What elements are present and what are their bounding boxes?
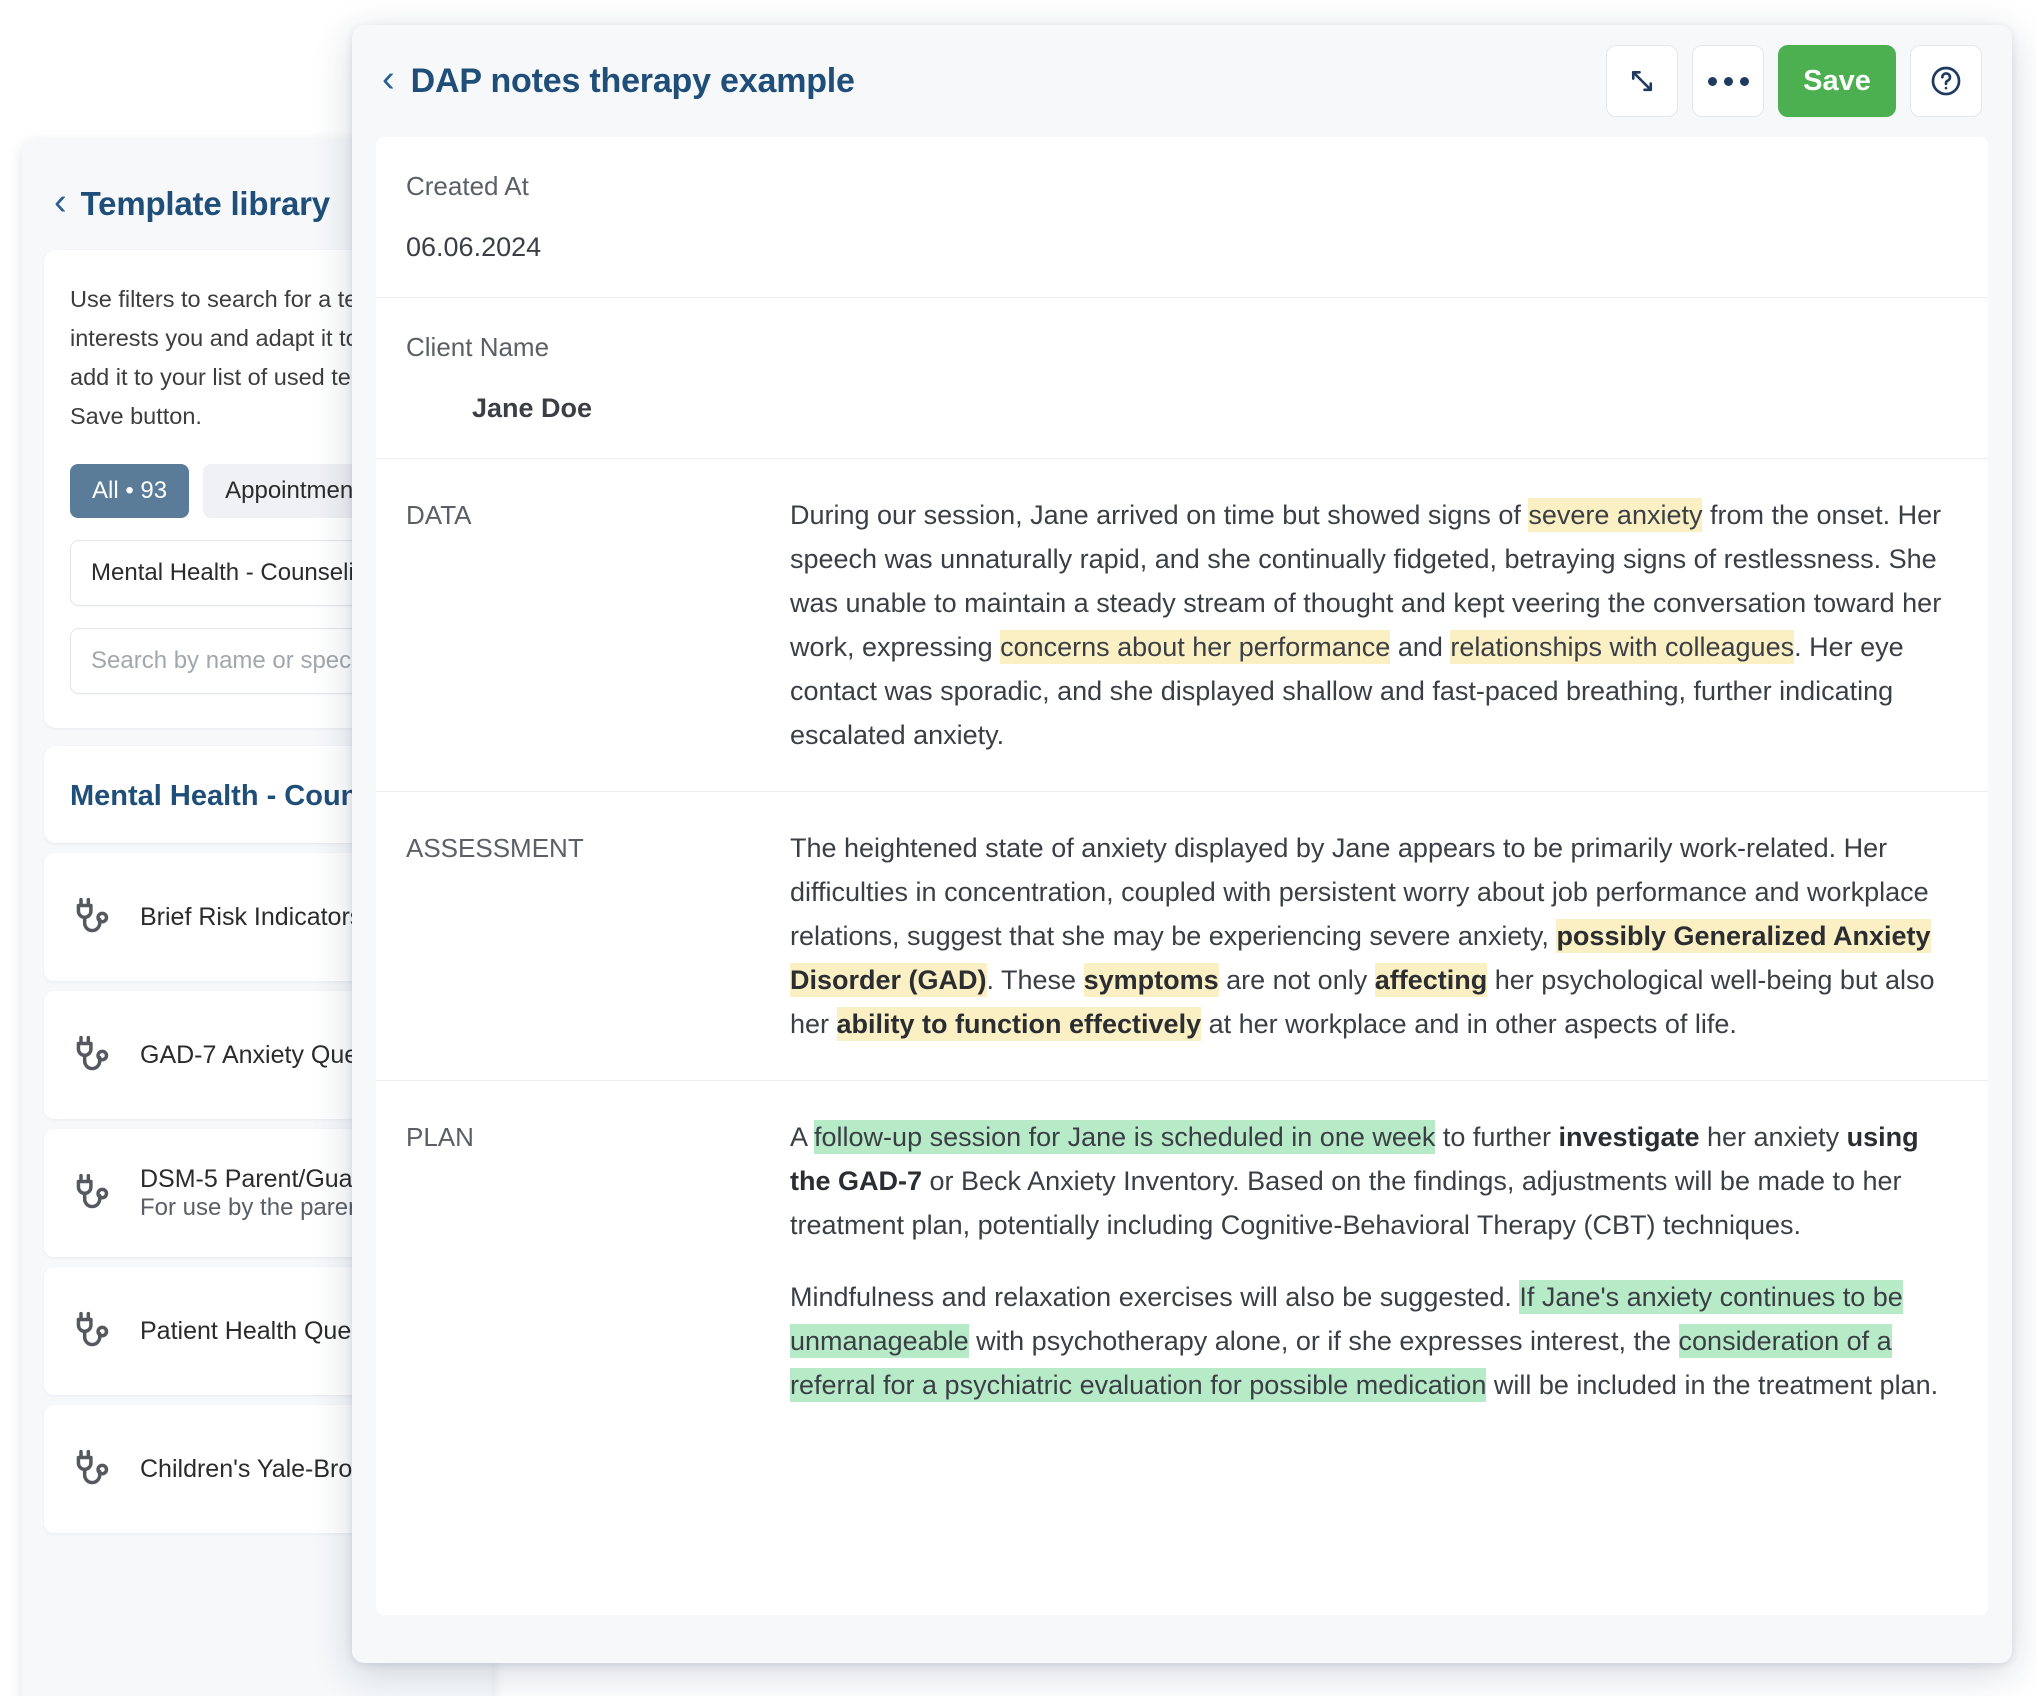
stethoscope-icon xyxy=(70,895,114,939)
note-modal: ‹ DAP notes therapy example Save xyxy=(352,25,2012,1663)
section-content[interactable]: The heightened state of anxiety displaye… xyxy=(790,826,1952,1046)
stethoscope-icon xyxy=(70,1171,114,1215)
save-button[interactable]: Save xyxy=(1778,45,1896,117)
page-title: DAP notes therapy example xyxy=(411,62,855,101)
template-library-title: Template library xyxy=(81,185,330,223)
stethoscope-icon xyxy=(70,1447,114,1491)
chevron-left-icon[interactable]: ‹ xyxy=(54,183,67,221)
modal-header: ‹ DAP notes therapy example Save xyxy=(352,25,2012,137)
stethoscope-icon xyxy=(70,1033,114,1077)
question-circle-icon[interactable] xyxy=(1910,45,1982,117)
section-data: DATA During our session, Jane arrived on… xyxy=(376,459,1988,792)
section-label: DATA xyxy=(406,493,790,757)
field-created-at: Created At 06.06.2024 xyxy=(376,137,1988,298)
field-label: Client Name xyxy=(406,332,1952,363)
section-content[interactable]: During our session, Jane arrived on time… xyxy=(790,493,1952,757)
field-label: Created At xyxy=(406,171,1952,202)
section-label: ASSESSMENT xyxy=(406,826,790,1046)
modal-toolbar: Save xyxy=(1606,45,1982,117)
section-assessment: ASSESSMENT The heightened state of anxie… xyxy=(376,792,1988,1081)
screen: ‹ Template library Use filters to search… xyxy=(0,0,2036,1696)
list-item-label: Brief Risk Indicators xyxy=(140,903,362,931)
filter-chip-all[interactable]: All • 93 xyxy=(70,464,189,518)
field-client-name: Client Name Jane Doe xyxy=(376,298,1988,459)
note-body: Created At 06.06.2024 Client Name Jane D… xyxy=(376,137,1988,1615)
section-plan: PLAN A follow-up session for Jane is sch… xyxy=(376,1081,1988,1441)
section-content[interactable]: A follow-up session for Jane is schedule… xyxy=(790,1115,1952,1407)
field-value[interactable]: 06.06.2024 xyxy=(406,232,1952,263)
more-horizontal-icon[interactable] xyxy=(1692,45,1764,117)
field-value[interactable]: Jane Doe xyxy=(406,393,1952,424)
expand-arrows-icon[interactable] xyxy=(1606,45,1678,117)
chevron-left-icon[interactable]: ‹ xyxy=(382,60,395,98)
stethoscope-icon xyxy=(70,1309,114,1353)
section-label: PLAN xyxy=(406,1115,790,1407)
